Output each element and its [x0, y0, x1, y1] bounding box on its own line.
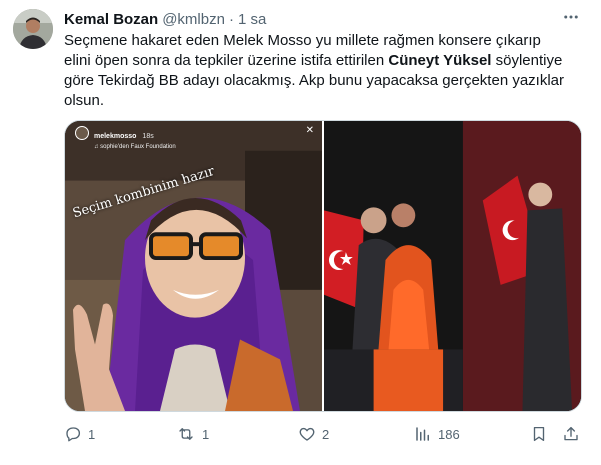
story-header: melekmosso 18s ♫ sophie'den Faux Foundati…	[75, 125, 176, 150]
story-close-icon: ✕	[305, 125, 314, 136]
views-count: 186	[438, 426, 460, 442]
tweet-text-line: olsun.	[64, 92, 105, 109]
reply-count: 1	[88, 426, 96, 442]
retweet-count: 1	[202, 426, 210, 442]
tweet-text-line: Seçmene hakaret eden Melek Mosso yu mill…	[64, 32, 541, 49]
retweet-button[interactable]: 1	[176, 422, 209, 446]
share-button[interactable]	[562, 422, 580, 446]
reply-button[interactable]: 1	[64, 422, 95, 446]
views-button[interactable]: 186	[414, 422, 460, 446]
story-music: ♫ sophie'den Faux Foundation	[94, 144, 176, 150]
like-button[interactable]: 2	[298, 422, 329, 446]
tweet[interactable]: Kemal Bozan @kmlbzn · 1 sa Seçmene hakar…	[0, 0, 601, 465]
more-icon[interactable]	[561, 7, 581, 27]
stage-photo	[324, 121, 581, 411]
text-segment: söylentiye	[491, 52, 563, 69]
views-icon	[414, 425, 432, 443]
reply-icon	[64, 425, 82, 443]
text-segment: elini öpen sonra da tepkiler üzerine ist…	[64, 52, 389, 69]
avatar[interactable]	[13, 9, 53, 49]
story-avatar	[75, 126, 89, 140]
bold-name: Cüneyt Yüksel	[388, 52, 492, 69]
share-icon	[562, 425, 580, 443]
story-photo	[65, 121, 322, 411]
tweet-text-line: elini öpen sonra da tepkiler üzerine ist…	[64, 51, 584, 71]
retweet-icon	[176, 425, 196, 443]
tweet-time[interactable]: 1 sa	[238, 11, 266, 28]
media-photo-stage[interactable]	[324, 121, 581, 411]
bookmark-icon	[530, 425, 548, 443]
media-photo-story[interactable]: melekmosso 18s ♫ sophie'den Faux Foundati…	[65, 121, 322, 411]
author-handle[interactable]: @kmlbzn	[162, 11, 225, 28]
tweet-header: Kemal Bozan @kmlbzn · 1 sa	[64, 9, 581, 29]
tweet-text-line: göre Tekirdağ BB adayı olacakmış. Akp bu…	[64, 72, 565, 89]
story-username: melekmosso	[94, 133, 137, 140]
story-time: 18s	[142, 133, 154, 140]
bookmark-button[interactable]	[530, 422, 548, 446]
author-name[interactable]: Kemal Bozan	[64, 11, 158, 28]
tweet-actions: 1 1 2 186	[64, 422, 584, 446]
tweet-text: Seçmene hakaret eden Melek Mosso yu mill…	[64, 31, 584, 111]
heart-icon	[298, 425, 316, 443]
like-count: 2	[322, 426, 330, 442]
separator-dot: ·	[228, 10, 234, 28]
media-grid[interactable]: melekmosso 18s ♫ sophie'den Faux Foundati…	[64, 120, 582, 412]
